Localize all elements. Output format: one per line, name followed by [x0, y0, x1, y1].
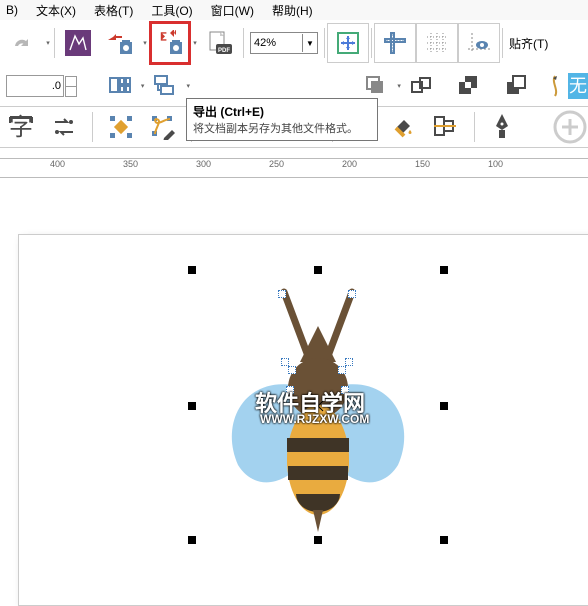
separator	[324, 28, 325, 58]
separator	[243, 28, 244, 58]
menu-text[interactable]: 文本(X)	[36, 2, 76, 19]
front-minus-back-button[interactable]	[498, 66, 536, 106]
pdf-export-button[interactable]: PDF	[199, 23, 241, 63]
ruler-tick: 300	[196, 159, 211, 169]
app-icon[interactable]	[57, 23, 99, 63]
outline-width-icon[interactable]	[549, 74, 561, 98]
redo-button[interactable]	[2, 23, 44, 63]
selection-handle[interactable]	[188, 402, 196, 410]
ruler-tick: 250	[269, 159, 284, 169]
watermark-url: WWW.RJZXW.COM	[260, 412, 369, 426]
export-button[interactable]	[149, 21, 191, 65]
selection-handle[interactable]	[314, 266, 322, 274]
menu-b[interactable]: B)	[6, 3, 18, 17]
add-icon[interactable]	[552, 109, 588, 145]
selection-handle[interactable]	[188, 536, 196, 544]
object-node[interactable]	[288, 366, 296, 374]
align-edges-icon[interactable]	[431, 112, 459, 142]
stepper-up[interactable]	[65, 76, 77, 87]
grid-button[interactable]	[416, 23, 458, 63]
canvas[interactable]: 软件自学网 WWW.RJZXW.COM	[18, 210, 588, 596]
ruler-tick: 200	[342, 159, 357, 169]
fullscreen-button[interactable]	[327, 23, 369, 63]
layout-2-button[interactable]	[146, 66, 184, 106]
object-node[interactable]	[345, 358, 353, 366]
ruler-left[interactable]	[0, 210, 19, 596]
property-value-input[interactable]	[6, 75, 64, 97]
object-node[interactable]	[278, 290, 286, 298]
bianzi-icon[interactable]: 字	[6, 112, 36, 142]
selection-handle[interactable]	[440, 402, 448, 410]
svg-text:字: 字	[9, 114, 33, 141]
zoom-combo[interactable]: ▼	[250, 32, 318, 54]
export-dropdown[interactable]: ▾	[191, 24, 199, 62]
layout-1-dropdown[interactable]: ▾	[139, 67, 146, 105]
divider	[0, 147, 588, 148]
separator	[502, 28, 503, 58]
selection-handle[interactable]	[314, 536, 322, 544]
guides-button[interactable]	[458, 23, 500, 63]
order-front-dropdown[interactable]: ▾	[396, 67, 403, 105]
ruler-tick: 350	[123, 159, 138, 169]
pen-tool-icon[interactable]	[488, 112, 516, 142]
menu-window[interactable]: 窗口(W)	[211, 2, 254, 19]
ruler-button[interactable]	[374, 23, 416, 63]
ruler-tick: 100	[488, 159, 503, 169]
paint-bucket-icon[interactable]	[389, 112, 417, 142]
selection-handle[interactable]	[188, 266, 196, 274]
no-fill-swatch[interactable]: 无	[568, 73, 588, 99]
shape-tool-diamond-icon[interactable]	[107, 112, 135, 142]
selection-handle[interactable]	[440, 266, 448, 274]
combine-button[interactable]	[450, 66, 488, 106]
layout-1-button[interactable]	[101, 66, 139, 106]
snap-label[interactable]: 贴齐(T)	[509, 35, 548, 52]
svg-text:无: 无	[569, 76, 587, 96]
menu-help[interactable]: 帮助(H)	[272, 2, 313, 19]
group-button[interactable]	[403, 66, 441, 106]
selection-handle[interactable]	[440, 536, 448, 544]
separator	[54, 28, 55, 58]
zoom-input[interactable]	[251, 36, 302, 50]
zoom-dropdown-arrow[interactable]: ▼	[302, 34, 317, 52]
menu-tools[interactable]: 工具(O)	[151, 2, 192, 19]
ruler-top[interactable]: 400 350 300 250 200 150 100	[0, 158, 588, 178]
ruler-tick: 150	[415, 159, 430, 169]
reverse-direction-icon[interactable]	[50, 112, 78, 142]
separator	[371, 28, 372, 58]
object-node[interactable]	[281, 358, 289, 366]
redo-dropdown[interactable]: ▾	[44, 24, 52, 62]
import-dropdown[interactable]: ▾	[141, 24, 149, 62]
menu-table[interactable]: 表格(T)	[94, 2, 133, 19]
svg-text:PDF: PDF	[218, 48, 230, 54]
separator	[474, 112, 475, 142]
export-tooltip: 导出 (Ctrl+E) 将文档副本另存为其他文件格式。	[186, 98, 378, 141]
object-node[interactable]	[348, 290, 356, 298]
shape-edit-icon[interactable]	[149, 112, 177, 142]
object-node[interactable]	[338, 366, 346, 374]
ruler-tick: 400	[50, 159, 65, 169]
tooltip-desc: 将文档副本另存为其他文件格式。	[193, 120, 371, 136]
import-button[interactable]	[99, 23, 141, 63]
separator	[92, 112, 93, 142]
tooltip-title: 导出 (Ctrl+E)	[193, 105, 264, 119]
stepper-down[interactable]	[65, 87, 77, 97]
